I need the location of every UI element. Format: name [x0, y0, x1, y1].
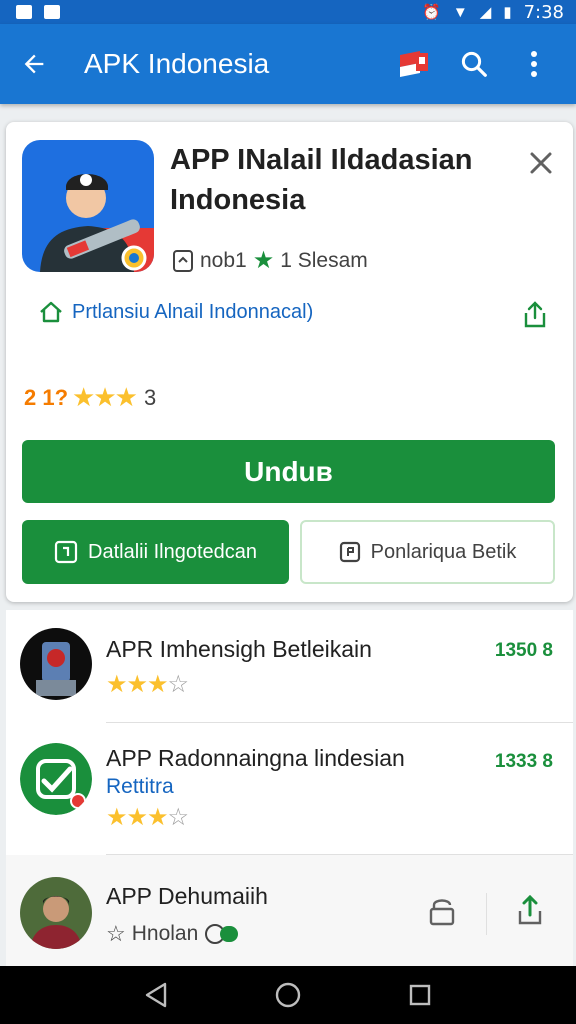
vertical-divider — [486, 893, 487, 935]
share-icon — [524, 301, 546, 328]
close-icon — [530, 152, 552, 174]
flag-button[interactable] — [384, 40, 444, 88]
star-icon: ★ — [252, 247, 275, 274]
device-icon — [173, 249, 193, 272]
status-time: 7:38 — [523, 1, 564, 23]
rating-value: 2 1? — [24, 384, 69, 410]
list-item-stars: ★★★☆ — [106, 671, 189, 698]
list-item-title: APR Imhensigh Betleikain — [106, 636, 372, 662]
rating-count: 3 — [143, 384, 157, 410]
update-icon — [518, 894, 542, 925]
system-nav-bar — [0, 966, 576, 1024]
nav-home-button[interactable] — [264, 971, 312, 1019]
overflow-menu-button[interactable] — [504, 40, 564, 88]
gmail-notification-icon — [16, 5, 32, 19]
lock-button[interactable] — [426, 895, 462, 931]
list-item[interactable]: APP Dehumaiih ☆ Hnolan — [6, 855, 573, 966]
rating-stars: ★★★ — [72, 382, 138, 412]
nav-back-button[interactable] — [132, 971, 180, 1019]
alarm-icon: ⏰ — [422, 3, 441, 21]
avatar — [20, 743, 92, 815]
toggle-icon — [205, 924, 239, 944]
update-button[interactable] — [512, 893, 552, 933]
related-apps-list: APR Imhensigh Betleikain ★★★☆ 1350 8 APP… — [6, 610, 573, 966]
app-detail-card: APP INalail Ildadasian Indonesia nob1 ★ … — [6, 122, 573, 602]
developer-code: nob1 — [200, 248, 247, 272]
install-button[interactable]: Unduʙ — [22, 440, 555, 503]
app-title: APP INalail Ildadasian Indonesia — [170, 144, 473, 216]
app-meta: nob1 ★ 1 Slesam — [172, 246, 368, 275]
search-icon — [461, 51, 487, 77]
battery-icon: ▮ — [503, 3, 512, 21]
list-item-subtitle: ☆ Hnolan — [106, 921, 240, 947]
wifi-icon: ▼ — [452, 3, 468, 21]
notification-icon — [44, 5, 60, 19]
list-item[interactable]: APP Radonnaingna lindesian Rettitra ★★★☆… — [6, 723, 573, 853]
badge-icon: ☆ — [106, 921, 126, 946]
detail-button[interactable]: Datlalii Ilngotedcan — [22, 520, 289, 584]
circle-home-icon — [275, 982, 301, 1008]
detail-label: Datlalii Ilngotedcan — [88, 540, 257, 563]
rating-summary: 2 1? ★★★ 3 — [24, 382, 156, 413]
avatar — [20, 628, 92, 700]
nav-recents-button[interactable] — [396, 971, 444, 1019]
list-item-size: 1350 8 — [494, 640, 553, 661]
status-bar: ⏰ ▼ ◢ ▮ 7:38 — [0, 0, 576, 24]
report-label: Ponlariqua Betik — [370, 540, 517, 563]
triangle-back-icon — [145, 982, 167, 1008]
close-button[interactable] — [524, 146, 558, 180]
list-item[interactable]: APR Imhensigh Betleikain ★★★☆ 1350 8 — [6, 610, 573, 722]
list-item-subtitle: Rettitra — [106, 775, 174, 798]
app-icon — [22, 140, 154, 272]
list-item-title: APP Dehumaiih — [106, 883, 268, 909]
list-item-title: APP Radonnaingna lindesian — [106, 745, 405, 771]
info-icon — [54, 540, 78, 564]
avatar — [20, 877, 92, 949]
arrow-left-icon — [24, 54, 44, 74]
developer-name: Prtlansiu Alnail Indonnacal) — [72, 300, 314, 323]
list-item-tag: Hnolan — [131, 922, 199, 945]
list-item-size: 1333 8 — [494, 751, 553, 772]
install-count: 1 Slesam — [280, 248, 368, 272]
home-icon — [40, 301, 62, 323]
developer-link[interactable]: Prtlansiu Alnail Indonnacal) — [38, 300, 313, 324]
app-bar: APK Indonesia — [0, 24, 576, 104]
signal-icon: ◢ — [479, 3, 492, 21]
more-vert-icon — [531, 51, 537, 77]
report-button[interactable]: Ponlariqua Betik — [300, 520, 555, 584]
square-recents-icon — [409, 984, 431, 1006]
lock-icon — [429, 899, 455, 926]
flag-icon — [339, 541, 360, 563]
app-bar-title: APK Indonesia — [84, 48, 270, 79]
list-item-stars: ★★★☆ — [106, 804, 189, 831]
indonesia-flag-icon — [400, 51, 428, 77]
back-button[interactable] — [12, 42, 56, 86]
search-button[interactable] — [444, 40, 504, 88]
share-button[interactable] — [520, 300, 554, 334]
